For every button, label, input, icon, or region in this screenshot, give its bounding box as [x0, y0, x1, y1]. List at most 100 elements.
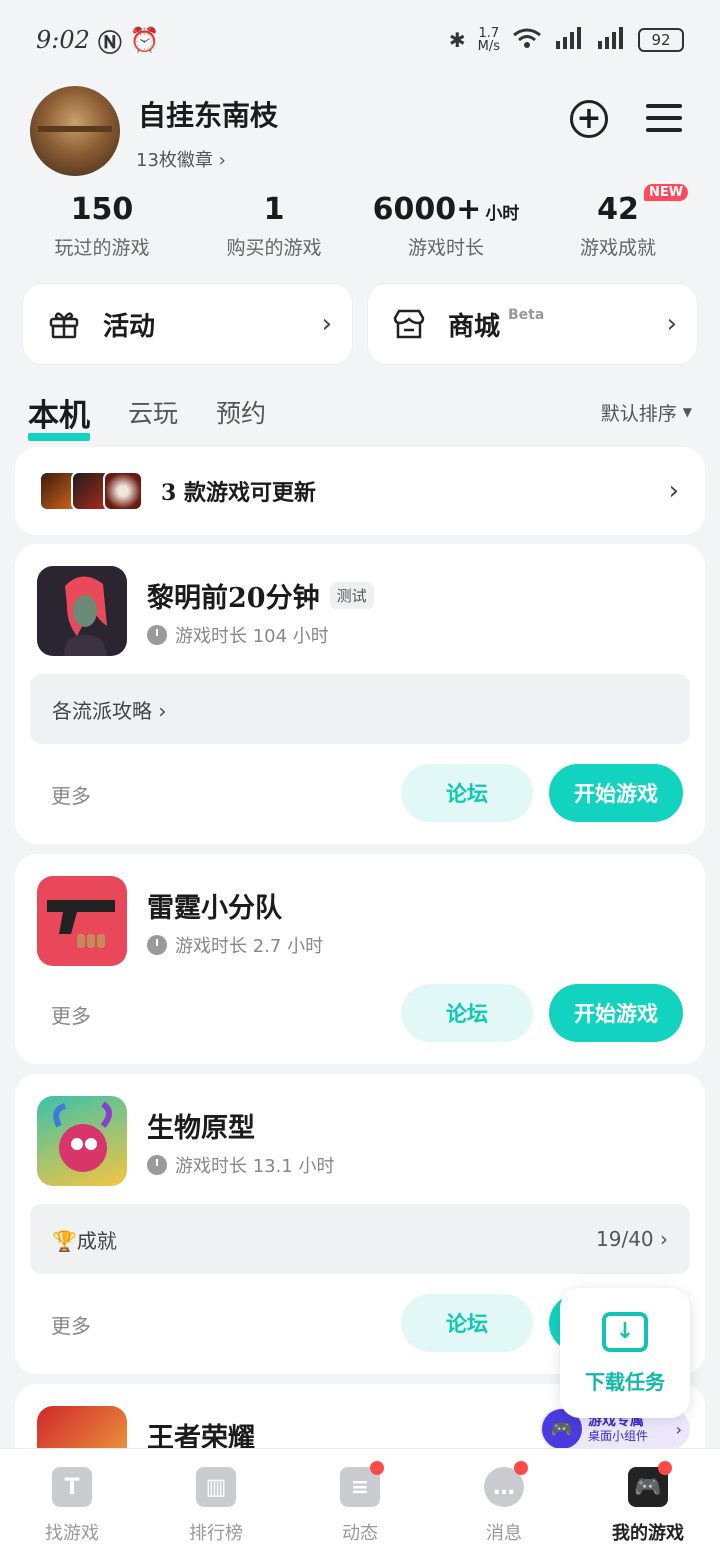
gift-icon — [47, 307, 81, 341]
stat-playtime[interactable]: 6000+ 小时 游戏时长 — [360, 192, 532, 262]
add-button[interactable]: + — [570, 100, 608, 138]
playtime-text: 游戏时长 13.1 小时 — [175, 1156, 335, 1177]
network-speed: 1.7 M/s — [478, 27, 500, 53]
notification-dot — [514, 1461, 528, 1475]
download-icon: ↓ — [602, 1311, 648, 1352]
profile-header: 自挂东南枝 13枚徽章 › + — [30, 86, 690, 178]
beta-tag: Beta — [508, 307, 545, 323]
update-game-icons — [39, 471, 143, 511]
status-bar: 9:02 Ⓝ ⏰ ✱ 1.7 M/s 92 — [0, 0, 720, 80]
nav-my-games[interactable]: 🎮 我的游戏 — [576, 1449, 720, 1554]
nav-label: 排行榜 — [189, 1523, 243, 1544]
playtime-text: 游戏时长 104 小时 — [175, 626, 329, 647]
stat-achievements[interactable]: 42 NEW 游戏成就 — [532, 184, 704, 262]
nfc-icon: Ⓝ — [97, 28, 122, 57]
game-icon[interactable] — [37, 876, 127, 966]
bottom-nav: T 找游戏 ▥ 排行榜 ≡ 动态 … 消息 🎮 我的游戏 — [0, 1448, 720, 1554]
nav-feed[interactable]: ≡ 动态 — [288, 1449, 432, 1554]
game-icon[interactable] — [37, 566, 127, 656]
stat-purchased[interactable]: 1 购买的游戏 — [188, 192, 360, 262]
ranking-icon: ▥ — [196, 1467, 236, 1507]
achievement-label: 🏆成就 — [52, 1228, 117, 1253]
nav-label: 我的游戏 — [612, 1523, 684, 1544]
updates-card[interactable]: 3 款游戏可更新 › — [15, 447, 705, 535]
nav-label: 消息 — [486, 1523, 522, 1544]
start-game-button[interactable]: 开始游戏 — [549, 764, 683, 822]
tab-reserve[interactable]: 预约 — [216, 394, 266, 430]
more-link[interactable]: 更多 — [51, 780, 91, 809]
playtime: 游戏时长 13.1 小时 — [147, 1152, 335, 1178]
game-card: 雷霆小分队 游戏时长 2.7 小时 更多 论坛 开始游戏 — [15, 854, 705, 1064]
playtime-text: 游戏时长 2.7 小时 — [175, 936, 324, 957]
store-icon — [392, 307, 426, 341]
alarm-icon: ⏰ — [129, 26, 160, 54]
stat-label: 游戏成就 — [579, 237, 656, 259]
activity-card[interactable]: 活动 › — [22, 283, 353, 365]
start-game-button[interactable]: 开始游戏 — [549, 984, 683, 1042]
update-text: 3 款游戏可更新 — [161, 480, 316, 506]
nav-label: 动态 — [342, 1523, 378, 1544]
plus-icon: + — [576, 101, 602, 136]
speed-unit: M/s — [477, 39, 500, 54]
bluetooth-icon: ✱ — [448, 28, 466, 52]
chevron-right-icon: › — [666, 309, 677, 339]
stat-value: 150 — [70, 192, 134, 227]
tab-local[interactable]: 本机 — [28, 390, 90, 441]
playtime: 游戏时长 2.7 小时 — [147, 932, 323, 958]
chevron-right-icon: › — [668, 476, 679, 506]
more-link[interactable]: 更多 — [51, 1310, 91, 1339]
stopwatch-icon — [147, 1155, 167, 1175]
stat-label: 玩过的游戏 — [54, 237, 150, 259]
nav-find-games[interactable]: T 找游戏 — [0, 1449, 144, 1554]
game-title-text: 雷霆小分队 — [147, 893, 282, 924]
stats-row: 150 玩过的游戏 1 购买的游戏 6000+ 小时 游戏时长 42 NEW 游戏… — [16, 184, 704, 262]
caret-down-icon: ▼ — [682, 405, 692, 419]
signal-icon — [596, 26, 626, 54]
menu-button[interactable] — [646, 104, 682, 134]
game-title: 生物原型 — [147, 1106, 255, 1145]
stat-label: 购买的游戏 — [226, 237, 322, 259]
activity-label: 活动 — [103, 311, 156, 342]
stopwatch-icon — [147, 935, 167, 955]
game-title-text: 生物原型 — [147, 1113, 255, 1144]
game-thumb — [103, 471, 143, 511]
game-title: 雷霆小分队 — [147, 886, 282, 925]
stat-value: 1 — [263, 192, 285, 227]
chevron-right-icon: › — [675, 1419, 682, 1439]
username[interactable]: 自挂东南枝 — [138, 94, 278, 134]
clock: 9:02 — [36, 26, 90, 54]
game-card: 黎明前20分钟 测试 游戏时长 104 小时 各流派攻略 › 更多 论坛 开始游… — [15, 544, 705, 844]
hamburger-icon — [646, 104, 682, 108]
stat-played[interactable]: 150 玩过的游戏 — [16, 192, 188, 262]
find-game-icon: T — [52, 1467, 92, 1507]
achievement-strip[interactable]: 🏆成就 19/40 › — [30, 1204, 690, 1274]
sort-dropdown[interactable]: 默认排序 ▼ — [601, 399, 692, 426]
forum-button[interactable]: 论坛 — [401, 1294, 533, 1352]
game-tabs: 本机 云玩 预约 默认排序 ▼ — [28, 388, 692, 441]
stat-unit: 小时 — [485, 204, 520, 224]
nav-label: 找游戏 — [45, 1523, 99, 1544]
nav-ranking[interactable]: ▥ 排行榜 — [144, 1449, 288, 1554]
nav-messages[interactable]: … 消息 — [432, 1449, 576, 1554]
game-icon[interactable] — [37, 1096, 127, 1186]
download-label: 下载任务 — [585, 1369, 665, 1394]
quick-cards: 活动 › 商城 Beta › — [22, 283, 698, 365]
battery-indicator: 92 — [638, 28, 684, 52]
avatar[interactable] — [30, 86, 120, 176]
guide-strip[interactable]: 各流派攻略 › — [30, 674, 690, 744]
badge-count-link[interactable]: 13枚徽章 › — [136, 146, 226, 172]
test-tag: 测试 — [329, 582, 374, 609]
store-label: 商城 — [448, 311, 501, 342]
tab-cloud[interactable]: 云玩 — [128, 394, 178, 430]
notification-dot — [658, 1461, 672, 1475]
store-card[interactable]: 商城 Beta › — [367, 283, 698, 365]
guide-link: 各流派攻略 › — [52, 698, 167, 723]
forum-button[interactable]: 论坛 — [401, 764, 533, 822]
widget-text: 游戏专属 桌面小组件 — [588, 1414, 648, 1444]
forum-button[interactable]: 论坛 — [401, 984, 533, 1042]
stat-label: 游戏时长 — [407, 237, 484, 259]
sort-label: 默认排序 — [600, 402, 677, 425]
download-tasks-button[interactable]: ↓ 下载任务 — [560, 1288, 690, 1418]
playtime: 游戏时长 104 小时 — [147, 622, 329, 648]
more-link[interactable]: 更多 — [51, 1000, 91, 1029]
